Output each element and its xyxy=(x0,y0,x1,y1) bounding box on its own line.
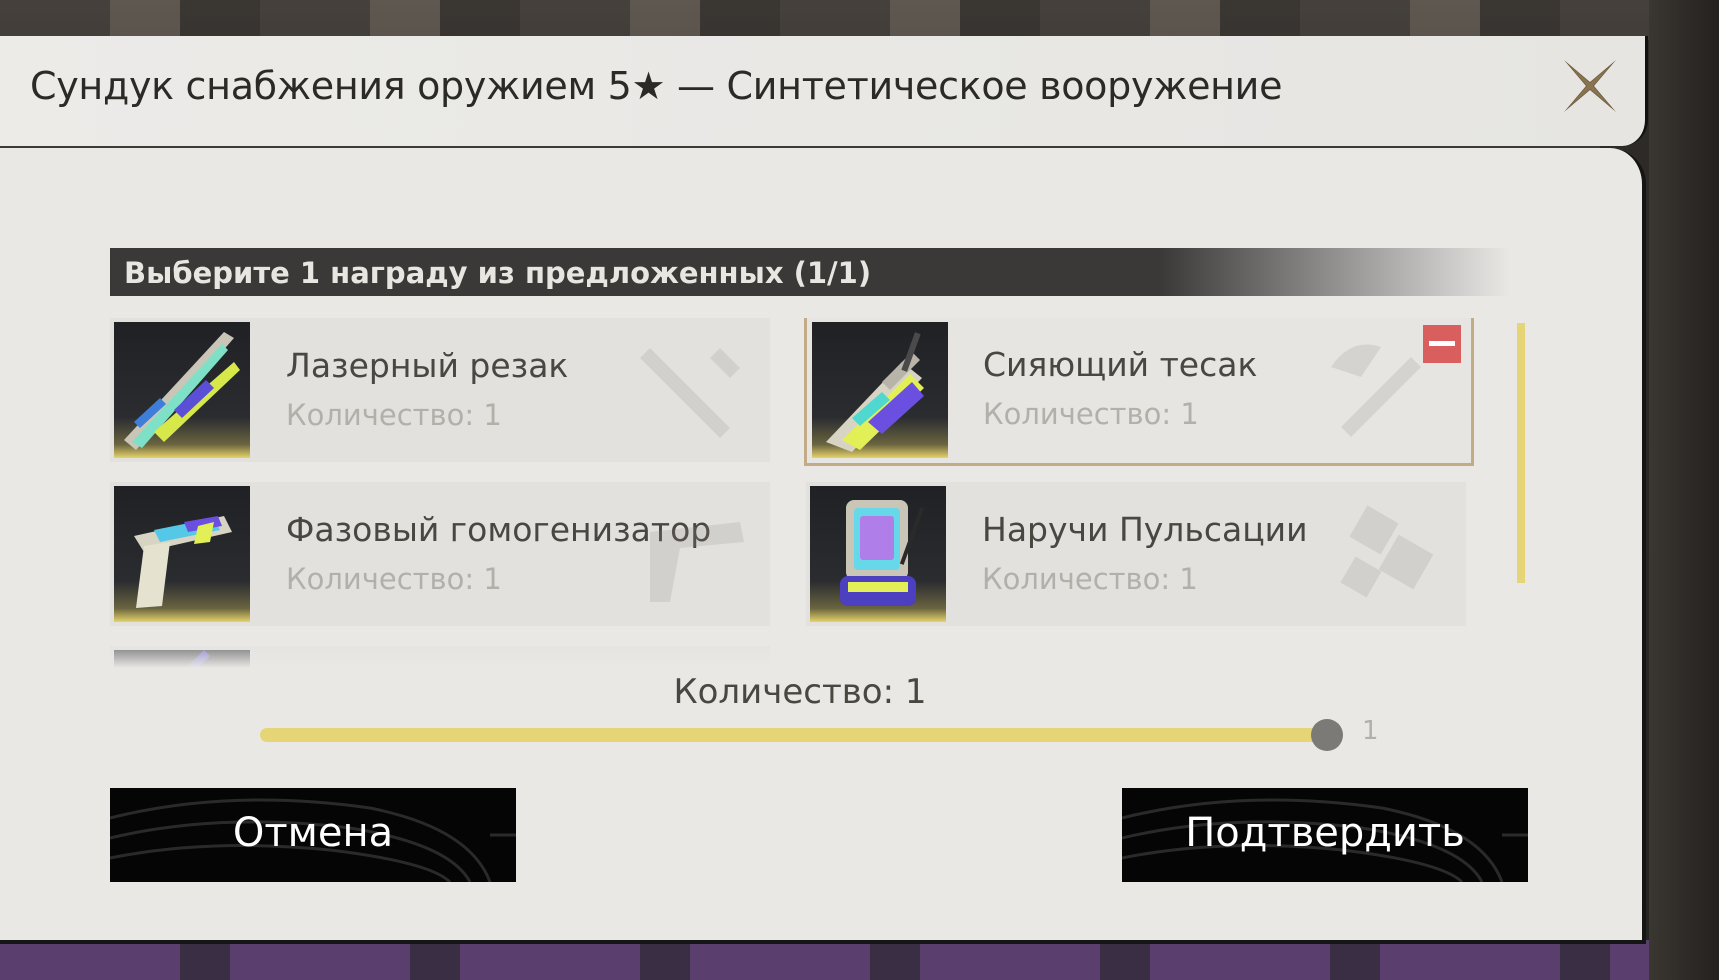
dialog-body: Выберите 1 награду из предложенных (1/1)… xyxy=(0,148,1646,944)
quantity-slider-handle[interactable] xyxy=(1311,719,1343,751)
quantity-slider-track[interactable] xyxy=(260,728,1330,742)
reward-list[interactable]: Лазерный резак Количество: 1 Сияющий тес… xyxy=(110,318,1520,678)
quantity-slider-max: 1 xyxy=(1362,716,1379,746)
item-quantity: Количество: 1 xyxy=(982,562,1198,596)
quantity-label: Количество: 1 xyxy=(673,672,927,712)
laser-cutter-weapon-icon xyxy=(114,322,250,458)
confirm-button-label: Подтвердить xyxy=(1185,810,1465,856)
cancel-button[interactable]: Отмена xyxy=(110,788,516,882)
close-x-icon xyxy=(1564,60,1616,112)
deselect-button[interactable] xyxy=(1423,325,1461,363)
selection-prompt-bar: Выберите 1 награду из предложенных (1/1) xyxy=(110,248,1510,296)
reward-item-laser-cutter[interactable]: Лазерный резак Количество: 1 xyxy=(110,318,770,462)
dialog-header: Сундук снабжения оружием 5★ — Синтетичес… xyxy=(0,36,1648,146)
pistol-watermark-icon xyxy=(650,522,744,602)
item-quantity: Количество: 1 xyxy=(286,562,502,596)
list-scrollbar[interactable] xyxy=(1517,323,1525,583)
cancel-button-label: Отмена xyxy=(232,810,394,856)
sword-watermark-icon xyxy=(640,348,740,438)
axe-watermark-icon xyxy=(1331,344,1421,437)
item-name: Сияющий тесак xyxy=(983,345,1258,384)
confirm-button[interactable]: Подтвердить xyxy=(1122,788,1528,882)
pulse-bracers-weapon-icon xyxy=(810,486,946,622)
background-top-strip xyxy=(0,0,1719,40)
reward-chest-dialog: Сундук снабжения оружием 5★ — Синтетичес… xyxy=(0,36,1650,944)
background-bottom-strip xyxy=(0,940,1719,980)
phase-homogenizer-weapon-icon xyxy=(114,486,250,622)
dialog-title: Сундук снабжения оружием 5★ — Синтетичес… xyxy=(30,64,1283,108)
item-name: Лазерный резак xyxy=(286,346,569,385)
item-quantity: Количество: 1 xyxy=(286,398,502,432)
background-right-edge xyxy=(1649,0,1719,980)
reward-item-pulse-bracers[interactable]: Наручи Пульсации Количество: 1 xyxy=(806,482,1466,626)
item-name: Наручи Пульсации xyxy=(982,510,1308,549)
reward-item-radiant-cleaver[interactable]: Сияющий тесак Количество: 1 xyxy=(804,318,1474,466)
selection-prompt: Выберите 1 награду из предложенных (1/1) xyxy=(124,256,872,290)
radiant-cleaver-weapon-icon xyxy=(812,322,948,458)
item-quantity: Количество: 1 xyxy=(983,397,1199,431)
close-button[interactable] xyxy=(1560,56,1620,116)
gauntlet-watermark-icon xyxy=(1340,505,1434,598)
reward-item-phase-homogenizer[interactable]: Фазовый гомогенизатор Количество: 1 xyxy=(110,482,770,626)
